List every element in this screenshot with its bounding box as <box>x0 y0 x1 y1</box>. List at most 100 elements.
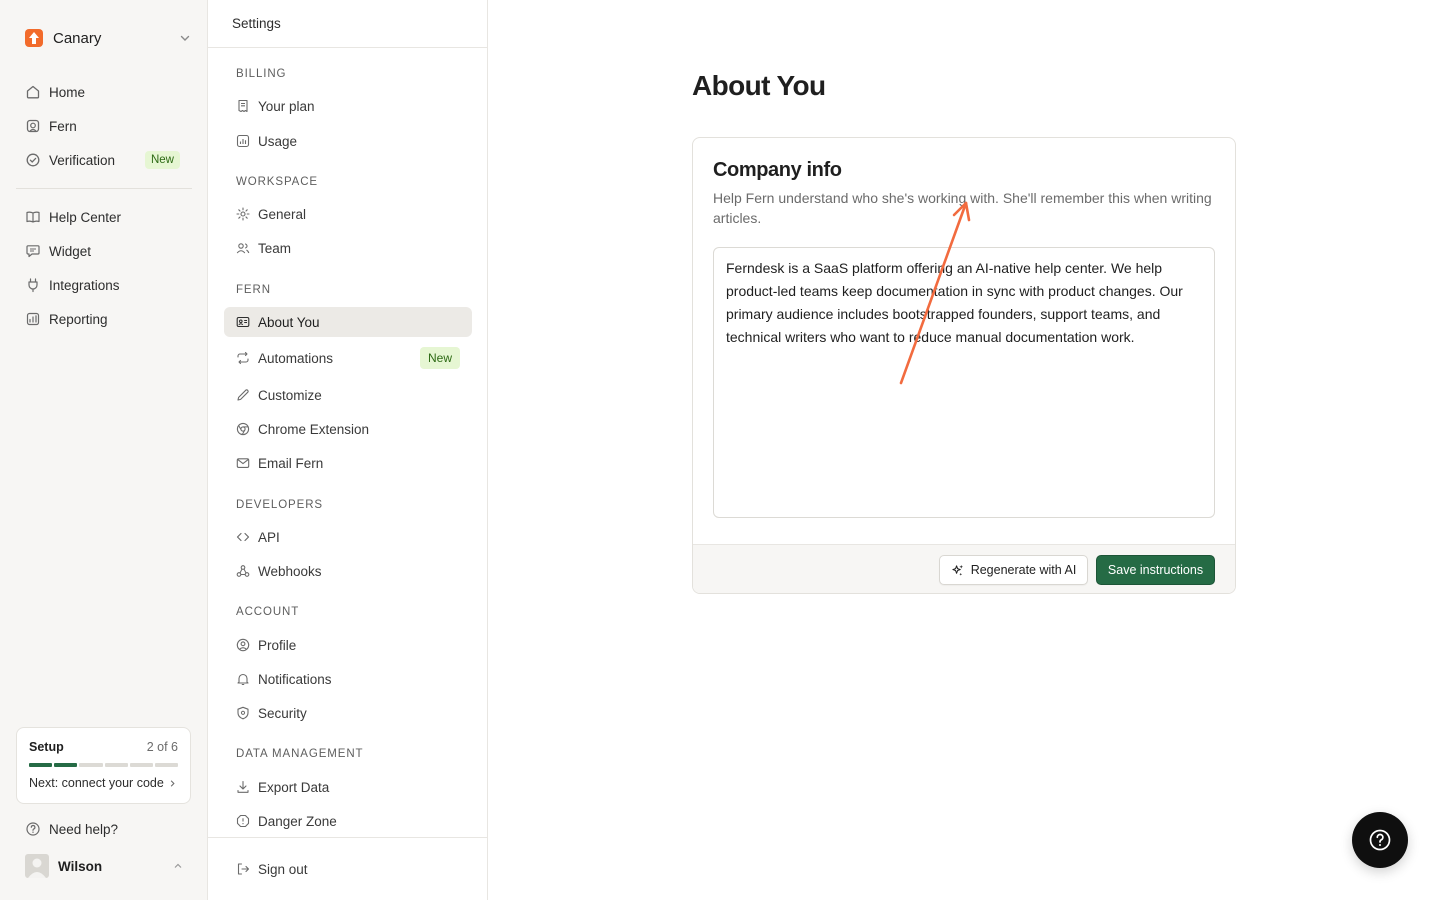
section-workspace: WORKSPACE <box>236 176 319 188</box>
settings-sidebar: Settings BILLING Your plan Usage WORKSPA… <box>208 0 488 900</box>
settings-item-label: Export Data <box>258 779 330 795</box>
settings-item-label: Security <box>258 705 307 721</box>
download-icon <box>236 780 250 794</box>
setup-progress-segment <box>154 763 179 767</box>
chat-icon <box>25 243 41 259</box>
setup-card[interactable]: Setup 2 of 6 Next: connect your code <box>16 727 191 804</box>
users-icon <box>236 241 250 255</box>
settings-header: Settings <box>208 0 487 48</box>
user-name: Wilson <box>58 858 103 874</box>
chevron-right-icon <box>170 779 175 787</box>
settings-item-automations[interactable]: Automations New <box>224 343 472 373</box>
section-data-management: DATA MANAGEMENT <box>236 748 364 760</box>
settings-item-label: API <box>258 529 280 545</box>
settings-item-chrome-extension[interactable]: Chrome Extension <box>224 414 472 444</box>
book-icon <box>25 209 41 225</box>
workspace-name: Canary <box>53 29 102 47</box>
settings-item-label: Your plan <box>258 98 315 114</box>
section-billing: BILLING <box>236 68 287 80</box>
nav-label: Help Center <box>49 209 122 225</box>
settings-item-email-fern[interactable]: Email Fern <box>224 448 472 478</box>
settings-item-label: About You <box>258 314 320 330</box>
nav-item-verification[interactable]: Verification New <box>16 143 192 177</box>
chart-icon <box>25 311 41 327</box>
nav-label: Fern <box>49 118 77 134</box>
settings-item-danger-zone[interactable]: Danger Zone <box>224 806 472 836</box>
check-circle-icon <box>25 152 41 168</box>
setup-progress-segment <box>54 763 78 767</box>
alert-icon <box>236 814 250 828</box>
card-description: Help Fern understand who she's working w… <box>713 190 1212 226</box>
card-footer: Regenerate with AI Save instructions <box>693 544 1235 593</box>
save-instructions-button[interactable]: Save instructions <box>1096 555 1215 585</box>
need-help-label: Need help? <box>49 821 119 837</box>
bell-icon <box>236 672 250 686</box>
save-label: Save instructions <box>1107 563 1204 577</box>
settings-item-usage[interactable]: Usage <box>224 126 472 156</box>
settings-item-label: Chrome Extension <box>258 421 370 437</box>
user-circle-icon <box>236 638 250 652</box>
section-developers: DEVELOPERS <box>236 499 323 511</box>
setup-next-link[interactable]: Next: connect your code <box>29 776 178 790</box>
regenerate-with-ai-button[interactable]: Regenerate with AI <box>939 555 1088 585</box>
settings-item-label: Danger Zone <box>258 813 337 829</box>
setup-progress-segment <box>129 763 153 767</box>
settings-item-general[interactable]: General <box>224 199 472 229</box>
nav-item-integrations[interactable]: Integrations <box>16 268 192 302</box>
nav-item-home[interactable]: Home <box>16 75 192 109</box>
chevron-up-icon <box>174 863 182 868</box>
primary-nav: Home Fern Verification New <box>16 75 192 177</box>
home-icon <box>25 84 41 100</box>
plug-icon <box>25 277 41 293</box>
bar-chart-icon <box>236 134 250 148</box>
nav-item-reporting[interactable]: Reporting <box>16 302 192 336</box>
nav-label: Integrations <box>49 277 120 293</box>
settings-item-profile[interactable]: Profile <box>224 630 472 660</box>
settings-item-label: Automations <box>258 350 334 366</box>
avatar <box>25 854 49 878</box>
settings-item-export-data[interactable]: Export Data <box>224 772 472 802</box>
pencil-icon <box>236 388 250 402</box>
regenerate-label: Regenerate with AI <box>970 563 1077 577</box>
setup-progress-segment <box>29 763 53 767</box>
nav-divider <box>16 188 192 189</box>
shield-icon <box>236 706 250 720</box>
card-title: Company info <box>713 159 842 181</box>
nav-label: Verification <box>49 152 116 168</box>
company-info-textarea[interactable]: Ferndesk is a SaaS platform offering an … <box>713 247 1215 518</box>
gear-icon <box>236 207 250 221</box>
canary-logo-icon <box>25 29 43 47</box>
log-out-icon <box>236 862 250 876</box>
settings-item-webhooks[interactable]: Webhooks <box>224 556 472 586</box>
setup-progress <box>29 763 179 767</box>
settings-item-label: Customize <box>258 387 322 403</box>
setup-title: Setup <box>29 740 64 754</box>
setup-count: 2 of 6 <box>146 740 178 754</box>
help-chat-button[interactable] <box>1352 812 1408 868</box>
fern-icon <box>25 118 41 134</box>
workspace-switcher[interactable]: Canary <box>16 24 192 52</box>
nav-item-fern[interactable]: Fern <box>16 109 192 143</box>
nav-item-widget[interactable]: Widget <box>16 234 192 268</box>
mail-icon <box>236 456 250 470</box>
settings-item-customize[interactable]: Customize <box>224 380 472 410</box>
settings-item-your-plan[interactable]: Your plan <box>224 91 472 121</box>
webhook-icon <box>236 564 250 578</box>
settings-item-label: Team <box>258 240 292 256</box>
settings-item-api[interactable]: API <box>224 522 472 552</box>
settings-item-security[interactable]: Security <box>224 698 472 728</box>
sign-out-button[interactable]: Sign out <box>224 854 472 884</box>
settings-footer: Sign out <box>208 837 487 900</box>
nav-label: Reporting <box>49 311 108 327</box>
settings-item-about-you[interactable]: About You <box>224 307 472 337</box>
repeat-icon <box>236 351 250 365</box>
need-help-link[interactable]: Need help? <box>16 815 192 843</box>
receipt-icon <box>236 99 250 113</box>
new-badge: New <box>144 151 180 169</box>
settings-item-notifications[interactable]: Notifications <box>224 664 472 694</box>
nav-item-help-center[interactable]: Help Center <box>16 200 192 234</box>
settings-item-label: Webhooks <box>258 563 322 579</box>
settings-item-team[interactable]: Team <box>224 233 472 263</box>
user-menu[interactable]: Wilson <box>16 852 192 880</box>
chevron-down-icon <box>180 35 190 41</box>
